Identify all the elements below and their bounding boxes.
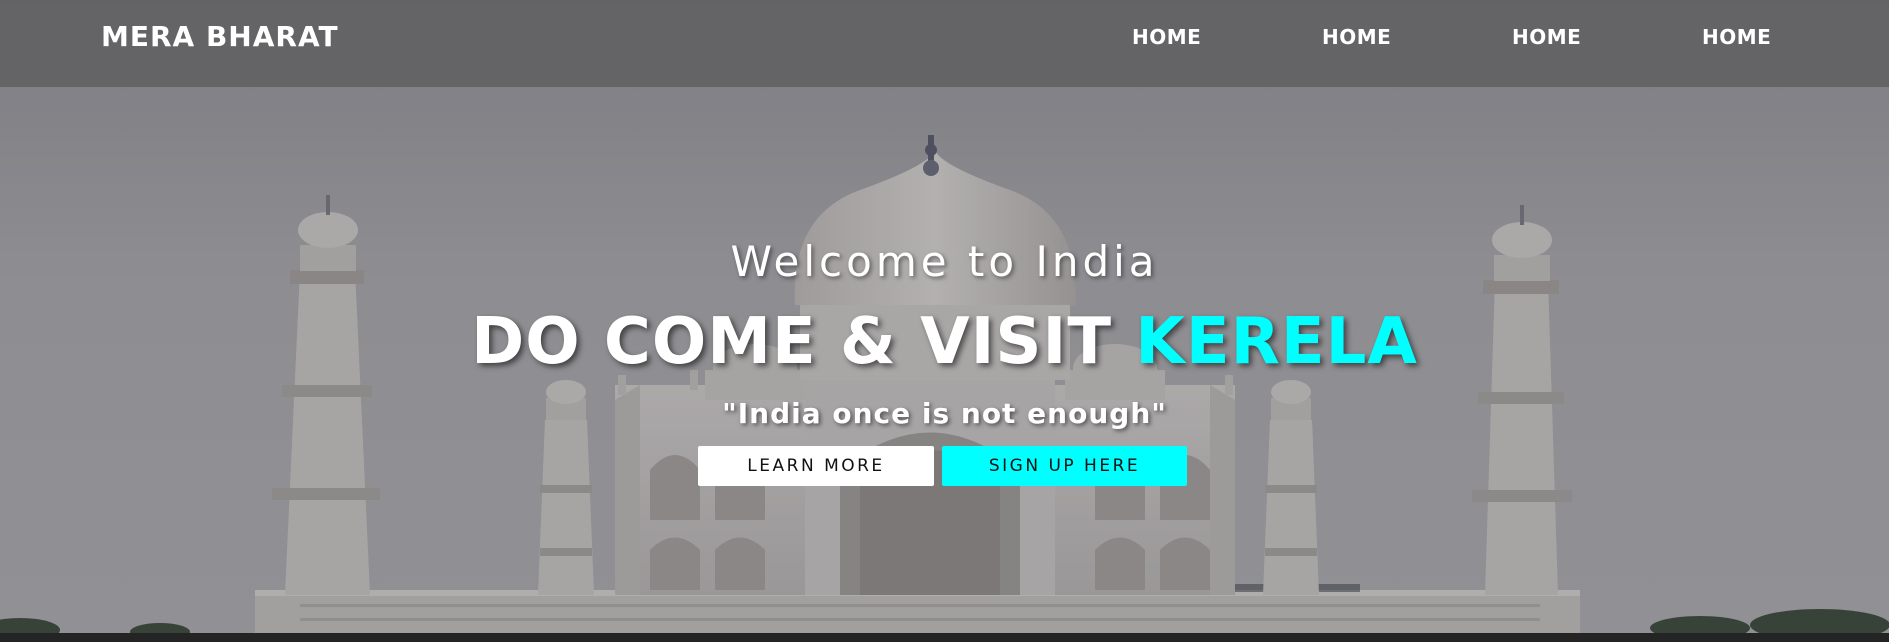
brand-logo-text[interactable]: MERA BHARAT bbox=[101, 20, 339, 53]
hero-tagline: "India once is not enough" bbox=[722, 397, 1167, 430]
page-bottom-strip bbox=[0, 633, 1889, 642]
nav-link-home-3[interactable]: HOME bbox=[1512, 25, 1581, 49]
hero-headline: DO COME & VISIT KERELA bbox=[0, 305, 1889, 379]
headline-accent-text: KERELA bbox=[1135, 305, 1418, 379]
headline-main-text: DO COME & VISIT bbox=[471, 305, 1136, 379]
sign-up-button[interactable]: SIGN UP HERE bbox=[942, 446, 1187, 486]
welcome-heading: Welcome to India bbox=[730, 237, 1159, 286]
navbar: MERA BHARAT HOME HOME HOME HOME bbox=[0, 0, 1889, 87]
nav-link-home-2[interactable]: HOME bbox=[1322, 25, 1391, 49]
nav-link-home-1[interactable]: HOME bbox=[1132, 25, 1201, 49]
nav-link-home-4[interactable]: HOME bbox=[1702, 25, 1771, 49]
learn-more-button[interactable]: LEARN MORE bbox=[698, 446, 934, 486]
